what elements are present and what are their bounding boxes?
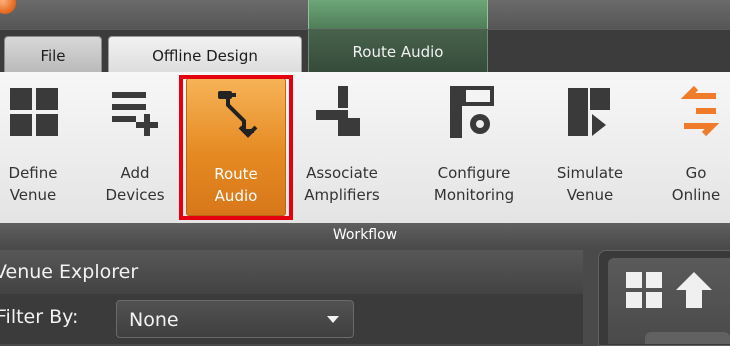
contextual-tab-accent <box>308 0 488 29</box>
ribbon-panel: Define Venue Add Devices Route Audio Ass… <box>0 72 730 223</box>
tab-route-audio[interactable]: Route Audio <box>308 30 488 73</box>
configure-monitoring-label: Configure Monitoring <box>433 164 515 204</box>
filter-by-dropdown[interactable]: None <box>116 300 354 338</box>
go-online-icon <box>680 85 720 137</box>
ribbon-tab-strip: File Offline Design Route Audio <box>0 29 730 74</box>
right-panel-tab[interactable] <box>645 332 730 344</box>
chevron-down-icon <box>327 316 339 323</box>
go-online-button[interactable]: Go Online <box>650 72 730 223</box>
title-bar <box>0 0 730 29</box>
simulate-venue-label: Simulate Venue <box>556 164 624 204</box>
venue-explorer-title: Venue Explorer <box>0 261 139 283</box>
add-devices-button[interactable]: Add Devices <box>96 72 174 223</box>
simulate-venue-icon <box>568 88 610 136</box>
route-audio-label: Route Audio <box>214 165 258 205</box>
filter-by-value: None <box>129 309 179 331</box>
venue-explorer-header: Venue Explorer <box>0 250 583 294</box>
go-online-label: Go Online <box>671 164 721 204</box>
filter-row: Filter By: None <box>0 294 583 344</box>
associate-amplifiers-icon <box>316 86 360 136</box>
associate-amplifiers-button[interactable]: Associate Amplifiers <box>292 72 392 223</box>
simulate-venue-button[interactable]: Simulate Venue <box>550 72 630 223</box>
associate-amplifiers-label: Associate Amplifiers <box>304 164 380 204</box>
define-venue-icon <box>10 88 58 136</box>
add-devices-label: Add Devices <box>105 164 165 204</box>
add-devices-icon <box>112 92 158 136</box>
route-audio-icon <box>218 91 258 138</box>
route-audio-button[interactable]: Route Audio <box>186 78 286 216</box>
ribbon-group-label: Workflow <box>0 223 730 247</box>
up-arrow-icon[interactable] <box>674 270 714 310</box>
tab-file[interactable]: File <box>4 36 102 74</box>
define-venue-button[interactable]: Define Venue <box>0 72 82 223</box>
layout-icon[interactable] <box>624 270 664 310</box>
app-orb-icon[interactable] <box>0 0 16 14</box>
configure-monitoring-icon <box>450 86 494 138</box>
filter-by-label: Filter By: <box>0 306 79 328</box>
configure-monitoring-button[interactable]: Configure Monitoring <box>414 72 534 223</box>
tab-offline-design[interactable]: Offline Design <box>108 36 302 74</box>
define-venue-label: Define Venue <box>8 164 58 204</box>
